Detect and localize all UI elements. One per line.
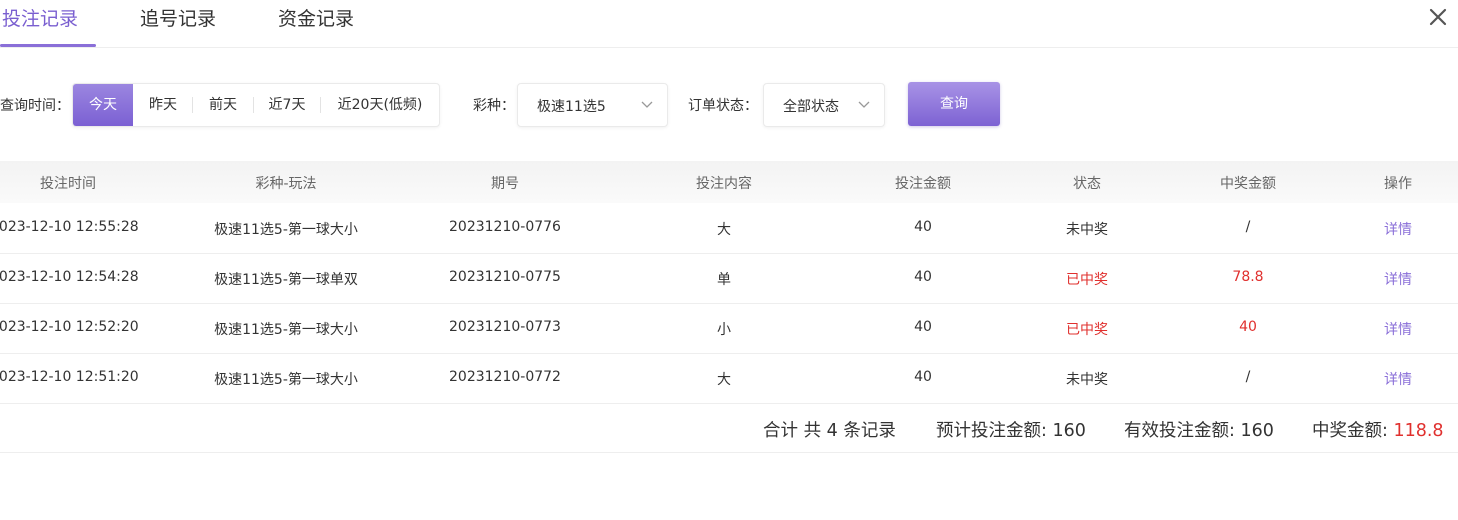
status-cell: 未中奖 — [1066, 372, 1108, 388]
chevron-down-icon — [858, 101, 870, 108]
game-cell: 极速11选5-第一球大小 — [214, 322, 358, 338]
bet-time-cell: 2023-12-10 12:52:20 — [0, 319, 139, 335]
query-time-label: 查询时间： — [0, 98, 70, 114]
game-cell: 极速11选5-第一球单双 — [214, 272, 358, 288]
date-option-20-days[interactable]: 近20天(低频) — [321, 84, 439, 126]
amount-cell: 40 — [914, 319, 932, 335]
order-status-select-value: 全部状态 — [783, 99, 839, 115]
lottery-label: 彩种： — [473, 98, 515, 114]
column-header-game: 彩种-玩法 — [255, 176, 317, 192]
prize-total-label: 中奖金额: — [1312, 421, 1394, 441]
date-option-yesterday[interactable]: 昨天 — [133, 84, 193, 126]
prize-cell: 40 — [1239, 319, 1257, 335]
table-row: 2023-12-10 12:51:20 极速11选5-第一球大小 2023121… — [0, 353, 1458, 404]
issue-cell: 20231210-0772 — [449, 369, 561, 385]
bet-time-cell: 2023-12-10 12:55:28 — [0, 219, 139, 235]
tab-bar: 投注记录 追号记录 资金记录 — [0, 0, 1458, 48]
amount-cell: 40 — [914, 269, 932, 285]
column-header-status: 状态 — [1073, 176, 1101, 192]
issue-cell: 20231210-0773 — [449, 319, 561, 335]
issue-cell: 20231210-0776 — [449, 219, 561, 235]
date-option-day-before[interactable]: 前天 — [193, 84, 253, 126]
column-header-amount: 投注金额 — [895, 176, 951, 192]
details-link[interactable]: 详情 — [1384, 219, 1412, 239]
prize-cell: / — [1245, 219, 1251, 235]
column-header-action: 操作 — [1384, 176, 1412, 192]
close-icon[interactable] — [1426, 5, 1450, 29]
table-row: 2023-12-10 12:54:28 极速11选5-第一球单双 2023121… — [0, 253, 1458, 304]
content-cell: 小 — [717, 322, 731, 338]
amount-cell: 40 — [914, 219, 932, 235]
prize-total: 中奖金额: 118.8 — [1312, 417, 1444, 442]
game-cell: 极速11选5-第一球大小 — [214, 222, 358, 238]
date-option-7-days[interactable]: 近7天 — [254, 84, 320, 126]
status-cell: 已中奖 — [1066, 272, 1108, 288]
content-cell: 大 — [717, 222, 731, 238]
bet-time-cell: 2023-12-10 12:51:20 — [0, 369, 139, 385]
column-header-bet-time: 投注时间 — [40, 176, 96, 192]
lottery-select-value: 极速11选5 — [537, 99, 606, 115]
prize-cell: 78.8 — [1232, 269, 1264, 285]
column-header-issue: 期号 — [491, 176, 519, 192]
order-status-label: 订单状态： — [688, 98, 758, 114]
tab-fund-records[interactable]: 资金记录 — [278, 4, 354, 31]
bet-time-cell: 2023-12-10 12:54:28 — [0, 269, 139, 285]
query-button[interactable]: 查询 — [908, 82, 1000, 126]
amount-cell: 40 — [914, 369, 932, 385]
tab-bet-records[interactable]: 投注记录 — [2, 4, 78, 31]
date-option-today[interactable]: 今天 — [73, 84, 133, 126]
order-status-select[interactable]: 全部状态 — [763, 83, 885, 127]
game-cell: 极速11选5-第一球大小 — [214, 372, 358, 388]
total-records: 合计 共 4 条记录 — [763, 421, 896, 441]
table-row: 2023-12-10 12:52:20 极速11选5-第一球大小 2023121… — [0, 303, 1458, 354]
prize-cell: / — [1245, 369, 1251, 385]
chevron-down-icon — [641, 101, 653, 108]
column-header-content: 投注内容 — [696, 176, 752, 192]
valid-bet-amount: 有效投注金额: 160 — [1124, 421, 1274, 441]
issue-cell: 20231210-0775 — [449, 269, 561, 285]
status-cell: 已中奖 — [1066, 322, 1108, 338]
content-cell: 大 — [717, 372, 731, 388]
lottery-select[interactable]: 极速11选5 — [517, 83, 668, 127]
column-header-prize: 中奖金额 — [1220, 176, 1276, 192]
expected-bet-amount: 预计投注金额: 160 — [936, 421, 1086, 441]
content-cell: 单 — [717, 272, 731, 288]
status-cell: 未中奖 — [1066, 222, 1108, 238]
summary-bar: 合计 共 4 条记录 预计投注金额: 160 有效投注金额: 160 中奖金额:… — [0, 403, 1458, 453]
active-tab-indicator — [0, 44, 96, 47]
details-link[interactable]: 详情 — [1384, 269, 1412, 289]
date-range-group: 今天 昨天 前天 近7天 近20天(低频) — [72, 83, 440, 127]
prize-total-value: 118.8 — [1393, 421, 1444, 441]
table-header: 投注时间 彩种-玩法 期号 投注内容 投注金额 状态 中奖金额 操作 — [0, 161, 1458, 203]
details-link[interactable]: 详情 — [1384, 369, 1412, 389]
table-row: 2023-12-10 12:55:28 极速11选5-第一球大小 2023121… — [0, 203, 1458, 254]
tab-chase-records[interactable]: 追号记录 — [140, 4, 216, 31]
details-link[interactable]: 详情 — [1384, 319, 1412, 339]
